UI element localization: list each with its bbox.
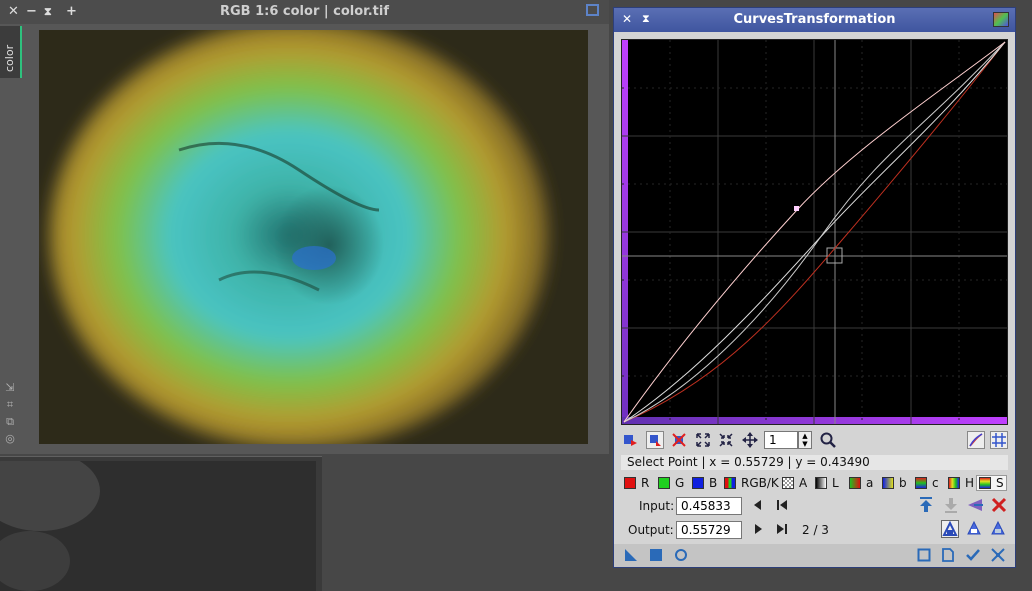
channel-a-lab-label: a [866,476,874,490]
reverse-curve-icon[interactable] [966,496,984,514]
apply-icon[interactable] [649,548,663,566]
preview-icon[interactable] [993,12,1009,27]
clone-icon[interactable]: ⧉ [4,415,16,429]
channel-c-label: c [932,476,939,490]
dialog-bottom-bar [614,544,1015,567]
channel-b-label: B [709,476,718,490]
channel-b-swatch [692,477,704,489]
reset-all-icon[interactable] [991,548,1005,566]
first-point-icon[interactable] [774,497,792,515]
curve-graph[interactable] [621,39,1008,425]
channel-s-label: S [996,476,1004,490]
channel-rgbk-label: RGB/K [741,476,779,490]
channel-a[interactable]: A [782,475,807,491]
ok-check-icon[interactable] [966,548,980,566]
nebula-image[interactable] [39,30,588,444]
channel-h-swatch [948,477,960,489]
channel-a-lab-swatch [849,477,861,489]
image-window-titlebar: ✕ − ⧗ + RGB 1:6 color | color.tif [0,0,609,24]
curves-transformation-dialog: ✕ ⧗ CurvesTransformation 1 ▲ ▼ Select Po… [613,7,1016,568]
status-readout: Select Point | x = 0.55729 | y = 0.43490 [621,455,1008,470]
channel-h-label: H [965,476,975,490]
channel-g-swatch [658,477,670,489]
dialog-title: CurvesTransformation [733,12,896,27]
output-value-field[interactable]: 0.55729 [676,521,742,539]
curve-point [794,206,799,211]
channel-b-lab-label: b [899,476,907,490]
channel-rgbk[interactable]: RGB/K [724,475,779,491]
channel-r-label: R [641,476,650,490]
dialog-titlebar: ✕ ⧗ CurvesTransformation [614,8,1015,32]
channel-s[interactable]: S [976,475,1007,491]
secondary-image-preview [0,461,316,591]
interpolation-akima-icon[interactable] [941,520,959,538]
interpolation-cubic-icon[interactable] [966,520,984,538]
channel-g[interactable]: G [658,475,684,491]
channel-a-label: A [799,476,808,490]
real-time-preview-icon[interactable] [917,548,931,566]
channel-l[interactable]: L [815,475,839,491]
secondary-image-window[interactable] [0,456,322,591]
image-window: ✕ − ⧗ + RGB 1:6 color | color.tif color … [0,0,609,454]
iconize-icon[interactable] [586,4,599,16]
channel-r-swatch [624,477,636,489]
view-tab-label: color [3,44,16,72]
channel-c-swatch [915,477,927,489]
select-point-icon[interactable] [646,431,664,449]
zoom-to-fit-icon[interactable]: ⌗ [4,398,16,412]
channel-rgbk-swatch [724,477,736,489]
zoom-factor-input[interactable]: 1 [764,431,798,449]
pan-icon[interactable] [742,432,760,450]
reset-curve-icon[interactable] [990,496,1008,514]
channel-a-swatch [782,477,794,489]
channel-a-lab[interactable]: a [849,475,873,491]
point-counter: 2 / 3 [802,523,829,537]
channel-selector: R G B RGB/K A L a b c H S [614,473,1015,493]
fit-view-icon[interactable]: ⇲ [4,381,16,394]
channel-b-lab[interactable]: b [882,475,907,491]
output-label: Output: [628,523,674,537]
input-label: Input: [639,499,675,513]
new-instance-icon[interactable] [624,548,638,566]
channel-g-label: G [675,476,685,490]
nebula-picture [39,30,588,444]
zoom-magnifier-icon[interactable] [820,432,838,450]
channel-r[interactable]: R [624,475,649,491]
grid-icon[interactable] [990,431,1008,449]
apply-global-icon[interactable] [674,548,688,566]
store-curve-icon[interactable] [917,496,935,514]
curves-toolbar: 1 ▲ ▼ [614,428,1015,454]
channel-s-swatch [979,477,991,489]
curve-plot [622,40,1007,424]
grayscale-picture [0,461,316,591]
interpolation-linear-icon[interactable] [990,520,1008,538]
previous-point-icon[interactable] [750,497,768,515]
view-tab[interactable]: color [0,26,22,78]
last-point-icon[interactable] [774,521,792,539]
channel-b-lab-swatch [882,477,894,489]
channel-l-label: L [832,476,839,490]
zoom-in-icon[interactable] [695,432,713,450]
zoom-out-icon[interactable] [718,432,736,450]
zoom-factor-spinner[interactable]: ▲ ▼ [798,431,812,449]
image-window-title: RGB 1:6 color | color.tif [219,4,389,19]
edit-point-icon[interactable] [622,432,640,450]
channel-b[interactable]: B [692,475,717,491]
show-all-curves-icon[interactable] [967,431,985,449]
channel-l-swatch [815,477,827,489]
target-icon[interactable]: ◎ [4,432,16,445]
next-point-icon[interactable] [750,521,768,539]
delete-point-icon[interactable] [671,432,689,450]
browse-documentation-icon[interactable] [941,548,955,566]
channel-c[interactable]: c [915,475,939,491]
channel-h[interactable]: H [948,475,974,491]
input-value-field[interactable]: 0.45833 [676,497,742,515]
restore-curve-icon[interactable] [942,496,960,514]
